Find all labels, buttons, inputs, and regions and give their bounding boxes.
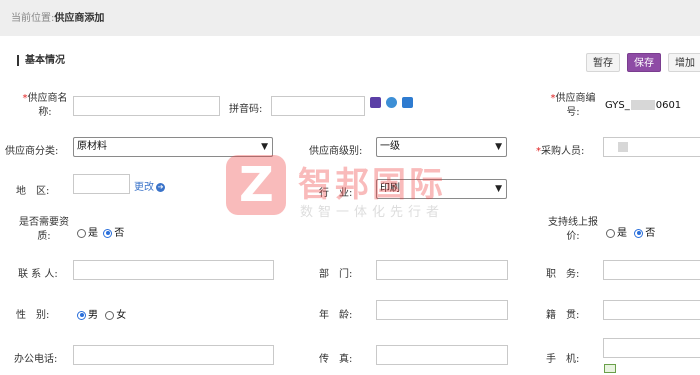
radio-female[interactable] — [105, 310, 115, 320]
level-select[interactable]: 一级 ▼ — [376, 137, 507, 157]
radio-no[interactable] — [103, 228, 113, 238]
chevron-down-icon: ▼ — [495, 184, 502, 194]
radio-yes[interactable] — [77, 228, 86, 238]
office-phone-label: 办公电话: — [14, 354, 58, 365]
buyer-label: *采购人员: — [536, 146, 585, 157]
age-label: 年 龄: — [319, 310, 353, 321]
level-label: 供应商级别: — [309, 146, 363, 157]
supplier-code-value: GYS_ 0601 — [605, 100, 682, 111]
dept-label: 部 门: — [319, 269, 353, 280]
supplier-name-input[interactable] — [73, 96, 220, 116]
arrow-right-icon: ➔ — [156, 182, 165, 192]
region-input[interactable] — [73, 174, 130, 194]
grid-icon[interactable] — [370, 97, 381, 108]
pinyin-input[interactable] — [271, 96, 365, 116]
radio-male[interactable] — [77, 310, 86, 320]
region-label: 地 区: — [16, 186, 50, 197]
online-quote-radios: 是 否 — [606, 224, 655, 239]
online-quote-label: 支持线上报 价: — [548, 217, 598, 242]
gender-label: 性 别: — [16, 310, 50, 321]
section-title: 基本情况 — [17, 55, 65, 66]
mobile-input[interactable] — [603, 338, 700, 358]
origin-input[interactable] — [603, 300, 700, 320]
contact-input[interactable] — [73, 260, 274, 280]
supplier-code-label: *供应商编 号: — [550, 93, 596, 118]
brand-logo-icon — [226, 155, 286, 215]
origin-label: 籍 贯: — [546, 310, 580, 321]
sms-icon[interactable] — [604, 364, 616, 373]
breadcrumb-current: 供应商添加 — [54, 13, 105, 24]
globe-icon[interactable] — [386, 97, 397, 108]
industry-label: 行 业: — [319, 188, 353, 199]
watermark-slogan: 数智一体化先行者 — [300, 205, 445, 220]
office-phone-input[interactable] — [73, 345, 274, 365]
breadcrumb-prefix: 当前位置: — [11, 13, 55, 24]
pinyin-label: 拼音码: — [229, 104, 263, 115]
chevron-down-icon: ▼ — [495, 142, 502, 152]
fax-input[interactable] — [376, 345, 508, 365]
change-region-link[interactable]: 更改 ➔ — [134, 178, 165, 193]
position-label: 职 务: — [546, 269, 580, 280]
position-input[interactable] — [603, 260, 700, 280]
location-bar: 当前位置:供应商添加 — [0, 0, 700, 36]
supplier-name-label: *供应商名 称: — [22, 93, 68, 118]
search-icon[interactable] — [402, 97, 413, 108]
breadcrumb: 当前位置:供应商添加 — [11, 9, 104, 24]
add-button[interactable]: 增加 — [668, 53, 700, 72]
chevron-down-icon: ▼ — [261, 142, 268, 152]
draft-button[interactable]: 暂存 — [586, 53, 620, 72]
category-label: 供应商分类: — [5, 146, 59, 157]
age-input[interactable] — [376, 300, 508, 320]
industry-select[interactable]: 印刷 ▼ — [376, 179, 507, 199]
contact-label: 联 系 人: — [18, 269, 58, 280]
radio-no[interactable] — [634, 228, 644, 238]
mobile-label: 手 机: — [546, 354, 580, 365]
buyer-input[interactable] — [603, 137, 700, 157]
fax-label: 传 真: — [319, 354, 353, 365]
need-qualification-radios: 是 否 — [77, 224, 124, 239]
save-button[interactable]: 保存 — [627, 53, 661, 72]
radio-yes[interactable] — [606, 228, 615, 238]
need-qualification-label: 是否需要资 质: — [19, 217, 69, 242]
dept-input[interactable] — [376, 260, 508, 280]
category-select[interactable]: 原材料 ▼ — [73, 137, 273, 157]
gender-radios: 男 女 — [77, 306, 126, 321]
